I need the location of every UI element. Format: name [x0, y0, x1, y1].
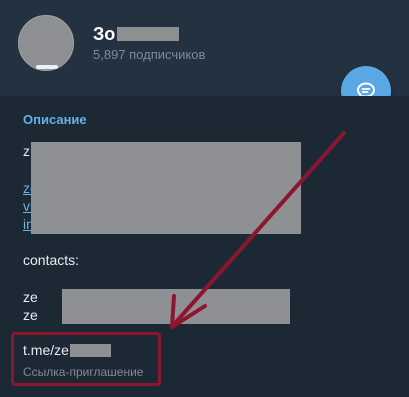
- invite-link-text: t.me/ze: [23, 342, 69, 358]
- invite-link-redaction: [69, 343, 111, 357]
- channel-name-redaction: [117, 27, 180, 41]
- avatar-mark: [36, 65, 58, 69]
- channel-name: Зо: [93, 23, 116, 44]
- channel-avatar[interactable]: [18, 15, 74, 71]
- description-label: Описание: [23, 112, 87, 127]
- subscriber-count: 5,897 подписчиков: [93, 47, 206, 62]
- channel-title-row: Зо: [93, 23, 180, 45]
- invite-caption: Ссылка-приглашение: [23, 365, 144, 379]
- contacts-label: contacts:: [23, 252, 80, 268]
- contact-line-2: ze: [23, 307, 38, 323]
- contacts-redaction: [62, 289, 290, 324]
- invite-link[interactable]: t.me/ze: [23, 342, 111, 358]
- channel-info-screen: Зо 5,897 подписчиков Описание z ze vl in…: [0, 0, 409, 397]
- description-redaction: [31, 142, 301, 234]
- description-first-line: z: [23, 143, 30, 159]
- contact-line-1: ze: [23, 289, 38, 305]
